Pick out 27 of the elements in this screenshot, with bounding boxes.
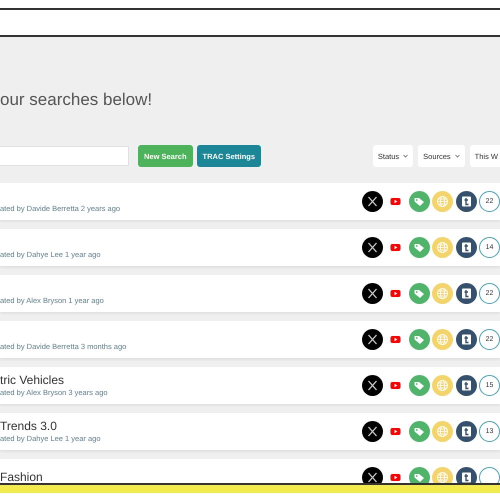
page-heading: our searches below! bbox=[0, 89, 154, 111]
tag-icon[interactable] bbox=[408, 467, 430, 483]
t-logo-icon[interactable] bbox=[456, 421, 476, 442]
x-logo-icon[interactable] bbox=[362, 467, 382, 483]
tag-icon[interactable] bbox=[408, 283, 430, 304]
x-logo-icon[interactable] bbox=[362, 237, 382, 258]
t-logo-icon[interactable] bbox=[456, 237, 476, 258]
search-row[interactable]: Fashion bbox=[0, 459, 500, 483]
t-logo-icon[interactable] bbox=[456, 375, 476, 396]
x-logo-icon[interactable] bbox=[362, 421, 382, 442]
t-logo-icon[interactable] bbox=[456, 191, 476, 212]
tag-icon[interactable] bbox=[408, 237, 430, 258]
x-logo-icon[interactable] bbox=[362, 191, 382, 212]
tag-icon[interactable] bbox=[408, 375, 430, 396]
t-logo-icon[interactable] bbox=[456, 283, 476, 304]
tag-icon[interactable] bbox=[408, 329, 430, 350]
search-field[interactable] bbox=[0, 146, 129, 166]
tag-icon[interactable] bbox=[408, 421, 430, 442]
x-logo-icon[interactable] bbox=[362, 329, 382, 350]
x-logo-icon[interactable] bbox=[362, 283, 382, 304]
search-title: Trends 3.0 bbox=[0, 419, 58, 434]
search-title: Fashion bbox=[0, 470, 44, 483]
t-logo-icon[interactable] bbox=[456, 329, 476, 350]
tag-icon[interactable] bbox=[408, 191, 430, 212]
count-circle bbox=[479, 467, 500, 483]
x-logo-icon[interactable] bbox=[362, 375, 382, 396]
search-title: tric Vehicles bbox=[0, 373, 66, 388]
